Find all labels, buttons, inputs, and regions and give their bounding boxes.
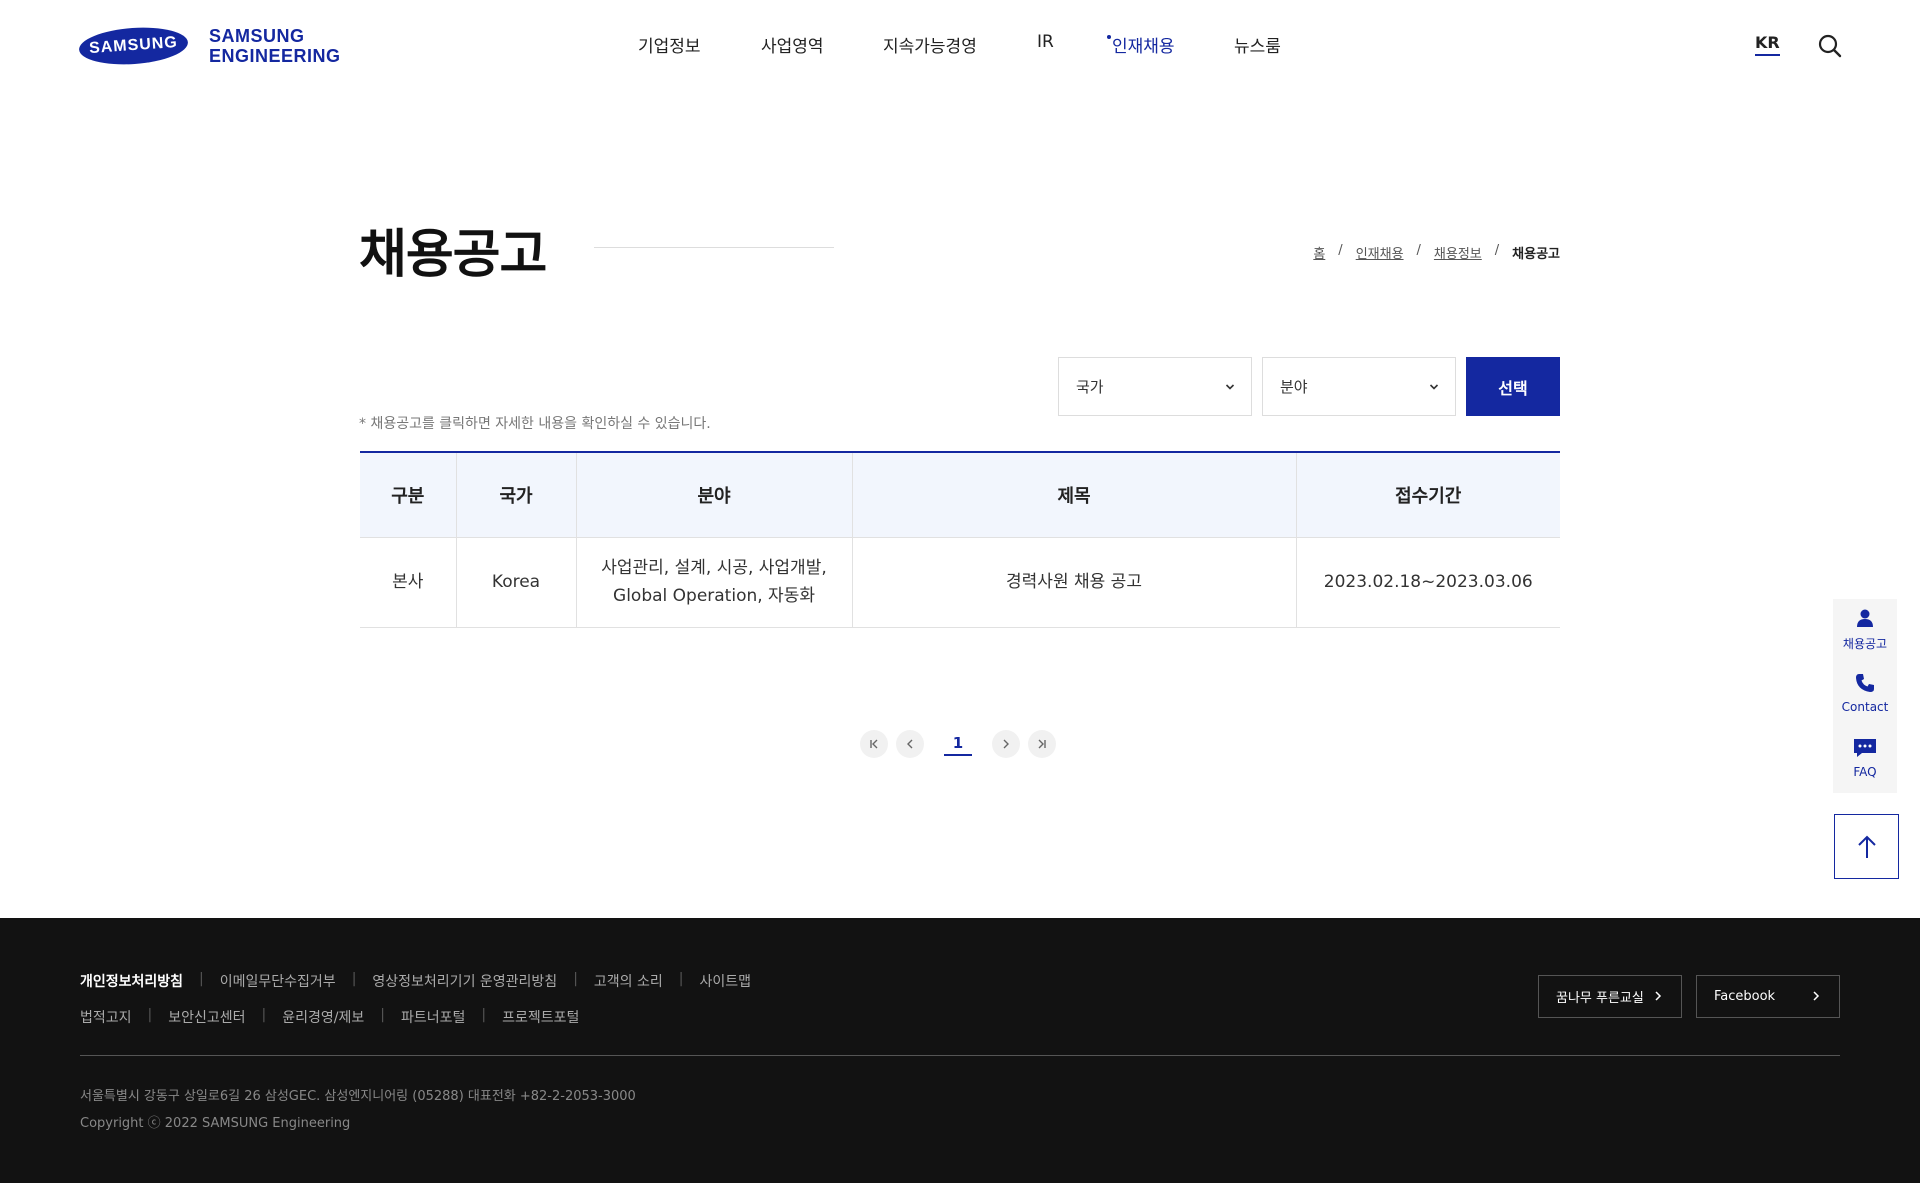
person-icon	[1857, 609, 1873, 627]
footer-link-project-portal[interactable]: 프로젝트포털	[502, 1007, 579, 1027]
quick-menu: 채용공고 Contact FAQ	[1833, 599, 1897, 793]
cell-field-line: Global Operation, 자동화	[613, 586, 815, 606]
header-field: 분야	[575, 452, 852, 538]
footer-link-cctv-policy[interactable]: 영상정보처리기기 운영관리방침	[372, 971, 557, 991]
nav-newsroom[interactable]: 뉴스룸	[1234, 32, 1281, 57]
footer-link-partner-portal[interactable]: 파트너포털	[401, 1007, 465, 1027]
country-select-value: 국가	[1076, 378, 1104, 396]
chevron-right-icon	[1655, 991, 1662, 1001]
field-select[interactable]: 분야	[1262, 357, 1456, 416]
quick-contact[interactable]: Contact	[1833, 672, 1897, 714]
footer-separator: |	[380, 1007, 385, 1023]
breadcrumb-home[interactable]: 홈	[1313, 243, 1325, 262]
quick-faq-label: FAQ	[1853, 765, 1877, 779]
quick-job-postings[interactable]: 채용공고	[1833, 607, 1897, 652]
page-title: 채용공고	[359, 225, 547, 285]
footer-separator: |	[351, 971, 357, 987]
footer-link-security-report[interactable]: 보안신고센터	[168, 1007, 245, 1027]
last-page-button[interactable]	[1028, 730, 1056, 758]
footer-link-sitemap[interactable]: 사이트맵	[699, 971, 751, 991]
footer-links-row2: 법적고지 | 보안신고센터 | 윤리경영/제보 | 파트너포털 | 프로젝트포털	[80, 1007, 579, 1027]
nav-sustainability[interactable]: 지속가능경영	[883, 32, 977, 57]
quick-faq[interactable]: FAQ	[1833, 737, 1897, 779]
cell-field: 사업관리, 설계, 시공, 사업개발, Global Operation, 자동…	[575, 537, 852, 628]
chevron-left-icon	[907, 739, 913, 749]
chevron-right-icon	[1813, 991, 1820, 1001]
footer-address: 서울특별시 강동구 상일로6길 26 삼성GEC. 삼성엔지니어링 (05288…	[80, 1089, 636, 1104]
search-icon	[1818, 34, 1842, 58]
nav-careers[interactable]: 인재채용	[1107, 32, 1175, 57]
cell-period: 2023.02.18~2023.03.06	[1295, 537, 1560, 628]
header-category: 구분	[360, 452, 456, 538]
footer-button-green-class[interactable]: 꿈나무 푸른교실	[1538, 975, 1682, 1018]
filter-note: * 채용공고를 클릭하면 자세한 내용을 확인하실 수 있습니다.	[359, 416, 711, 432]
footer-button-label: Facebook	[1714, 989, 1776, 1004]
job-postings-table: 구분 국가 분야 제목 접수기간 본사 Korea 사업관리, 설계, 시공, …	[360, 451, 1560, 628]
chevron-right-icon	[1003, 739, 1009, 749]
field-select-value: 분야	[1280, 378, 1308, 396]
footer-copyright: Copyright ⓒ 2022 SAMSUNG Engineering	[80, 1116, 351, 1131]
main-nav: 기업정보 사업영역 지속가능경영 IR 인재채용 뉴스룸	[0, 32, 1920, 58]
footer-separator: |	[481, 1007, 487, 1023]
footer-separator: |	[147, 1007, 153, 1023]
nav-company-info[interactable]: 기업정보	[638, 32, 701, 57]
quick-job-postings-label: 채용공고	[1842, 637, 1888, 651]
cell-category: 본사	[360, 537, 456, 628]
footer-separator: |	[261, 1007, 267, 1023]
footer-button-facebook[interactable]: Facebook	[1696, 975, 1840, 1018]
first-page-icon	[870, 739, 878, 749]
footer-link-customer-voice[interactable]: 고객의 소리	[594, 971, 663, 991]
footer-separator: |	[573, 971, 578, 987]
last-page-icon	[1038, 739, 1046, 749]
breadcrumb: 홈 / 인재채용 / 채용정보 / 채용공고	[1313, 243, 1560, 262]
footer-link-email-refusal[interactable]: 이메일무단수집거부	[220, 971, 336, 991]
breadcrumb-recruit-info[interactable]: 채용정보	[1434, 243, 1482, 262]
header-period: 접수기간	[1295, 452, 1560, 538]
cell-country: Korea	[455, 537, 576, 628]
chevron-down-icon	[1429, 384, 1439, 390]
first-page-button[interactable]	[860, 730, 888, 758]
table-row[interactable]: 본사 Korea 사업관리, 설계, 시공, 사업개발, Global Oper…	[360, 537, 1560, 628]
quick-contact-label: Contact	[1841, 700, 1889, 714]
header-title: 제목	[851, 452, 1296, 538]
breadcrumb-careers[interactable]: 인재채용	[1356, 243, 1404, 262]
site-footer: 개인정보처리방침 | 이메일무단수집거부 | 영상정보처리기기 운영관리방침 |…	[0, 918, 1920, 1183]
page-number-current[interactable]: 1	[944, 732, 972, 756]
footer-link-ethics[interactable]: 윤리경영/제보	[282, 1007, 364, 1027]
breadcrumb-separator: /	[1416, 243, 1421, 258]
arrow-up-icon	[1857, 835, 1876, 858]
nav-ir[interactable]: IR	[1037, 32, 1054, 52]
footer-separator: |	[678, 971, 684, 987]
apply-filter-button[interactable]: 선택	[1466, 357, 1560, 416]
footer-button-label: 꿈나무 푸른교실	[1556, 991, 1644, 1006]
breadcrumb-separator: /	[1494, 243, 1500, 258]
language-toggle[interactable]: KR	[1755, 33, 1780, 56]
country-select[interactable]: 국가	[1058, 357, 1252, 416]
footer-links-row1: 개인정보처리방침 | 이메일무단수집거부 | 영상정보처리기기 운영관리방침 |…	[80, 971, 751, 991]
breadcrumb-current: 채용공고	[1512, 247, 1560, 262]
chevron-down-icon	[1225, 384, 1235, 390]
footer-separator: |	[199, 971, 204, 987]
scroll-top-button[interactable]	[1834, 814, 1899, 879]
cell-title[interactable]: 경력사원 채용 공고	[851, 537, 1296, 628]
footer-divider	[80, 1055, 1840, 1056]
search-button[interactable]	[1817, 33, 1843, 59]
chat-bubble-icon	[1854, 739, 1876, 757]
nav-business[interactable]: 사업영역	[761, 32, 824, 57]
header-country: 국가	[455, 452, 576, 538]
title-divider	[594, 247, 834, 248]
next-page-button[interactable]	[992, 730, 1020, 758]
prev-page-button[interactable]	[896, 730, 924, 758]
phone-icon	[1856, 674, 1874, 692]
site-header: SAMSUNG SAMSUNG ENGINEERING 기업정보 사업영역 지속…	[0, 0, 1920, 90]
cell-field-line: 사업관리, 설계, 시공, 사업개발,	[601, 558, 827, 578]
breadcrumb-separator: /	[1338, 243, 1343, 258]
footer-link-privacy[interactable]: 개인정보처리방침	[80, 971, 183, 991]
table-header-row: 구분 국가 분야 제목 접수기간	[360, 452, 1560, 538]
footer-link-legal[interactable]: 법적고지	[80, 1007, 132, 1027]
pagination: 1	[860, 730, 1056, 758]
